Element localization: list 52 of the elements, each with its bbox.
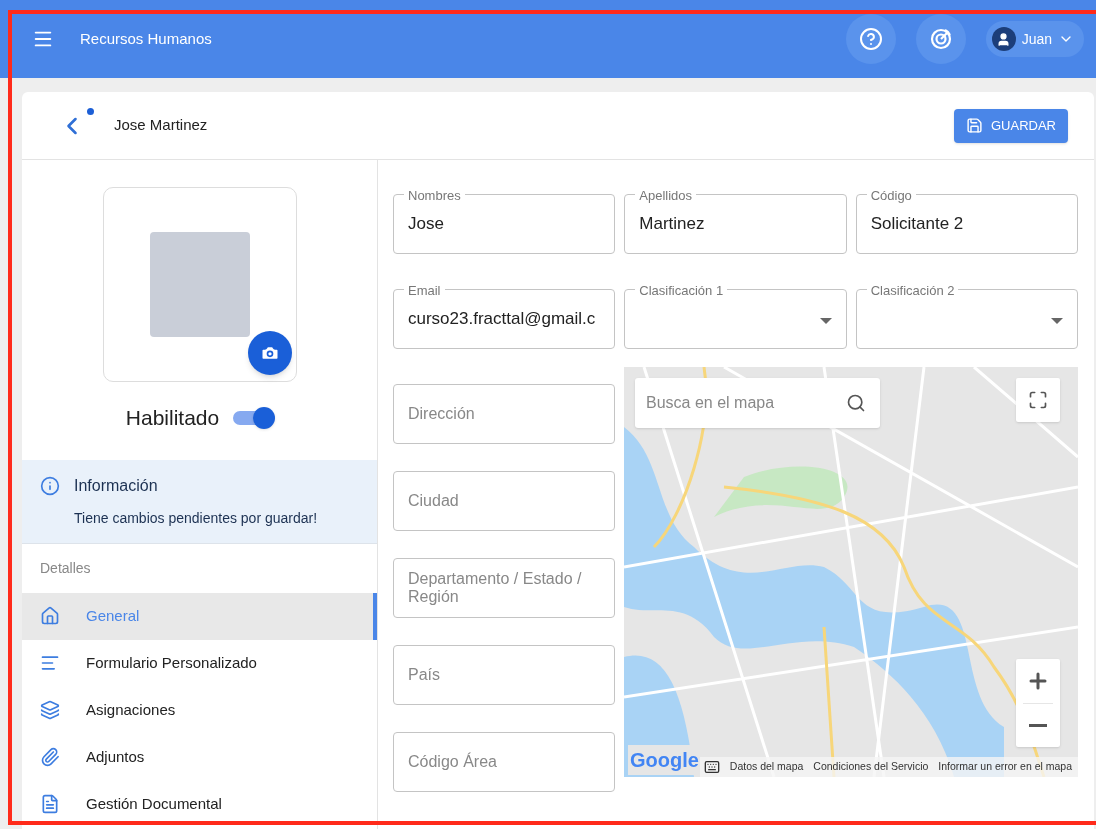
section-label: Detalles (39, 558, 92, 578)
map-logo: Google (628, 745, 701, 775)
text-field[interactable]: Ciudad (393, 471, 615, 531)
field-placeholder: Ciudad (408, 492, 459, 510)
help-icon (858, 27, 883, 51)
lines-icon (40, 653, 60, 673)
map[interactable]: Busca en el mapa Google Datos del mapa Condiciones del Servicio Informar un error en el mapa (624, 367, 1078, 777)
fullscreen-icon (1028, 390, 1048, 410)
house-icon (40, 606, 60, 626)
field-value: curso23.fracttal@gmail.c (408, 308, 596, 331)
dropdown-caret-icon (1051, 318, 1063, 324)
map-link[interactable]: Datos del mapa (729, 759, 804, 775)
info-icon (40, 475, 60, 496)
keyboard-icon[interactable] (703, 759, 720, 775)
field-value: Martinez (639, 213, 705, 236)
target-icon (928, 27, 953, 51)
text-field[interactable]: Código Área (393, 732, 615, 792)
layers-icon (40, 700, 60, 720)
map-link[interactable]: Informar un error en el mapa (938, 759, 1072, 775)
save-button[interactable]: GUARDAR (954, 108, 1068, 143)
search-placeholder: Busca en el mapa (646, 393, 775, 413)
camera-button[interactable] (247, 331, 292, 375)
minus-icon (1029, 724, 1047, 727)
field-placeholder: Código Área (408, 753, 497, 771)
employee-name: Jose Martinez (114, 115, 208, 136)
map-link[interactable]: Condiciones del Servicio (813, 759, 929, 775)
save-icon (966, 117, 983, 134)
info-message: Tiene cambios pendientes por guardar! (74, 508, 318, 528)
text-field[interactable]: Departamento / Estado / Región (393, 558, 615, 618)
text-field[interactable]: Dirección (393, 384, 615, 444)
search-icon (846, 393, 866, 413)
text-field[interactable]: País (393, 645, 615, 705)
nav-item[interactable]: Adjuntos (22, 733, 377, 781)
info-title: Información (74, 475, 159, 496)
map-search-field[interactable]: Busca en el mapa (635, 378, 880, 428)
field-placeholder: Dirección (408, 405, 475, 423)
paperclip-icon (40, 747, 60, 767)
user-icon (996, 31, 1012, 47)
dropdown-caret-icon (819, 318, 832, 324)
help-button[interactable] (845, 14, 896, 64)
document-icon (40, 794, 60, 814)
field-placeholder: Departamento / Estado / Región (408, 570, 583, 606)
app-title: Recursos Humanos (80, 28, 212, 49)
target-button[interactable] (915, 14, 966, 64)
status-label: Habilitado (125, 405, 220, 431)
nav-item[interactable]: Formulario Personalizado (22, 639, 377, 687)
field-value: Jose (408, 213, 444, 236)
field-placeholder: País (408, 666, 440, 684)
field-value: Solicitante 2 (870, 213, 964, 236)
nav-item[interactable]: Gestión Documental (22, 780, 377, 828)
fullscreen-button[interactable] (1016, 378, 1060, 422)
nav-item[interactable]: Asignaciones (22, 686, 377, 734)
